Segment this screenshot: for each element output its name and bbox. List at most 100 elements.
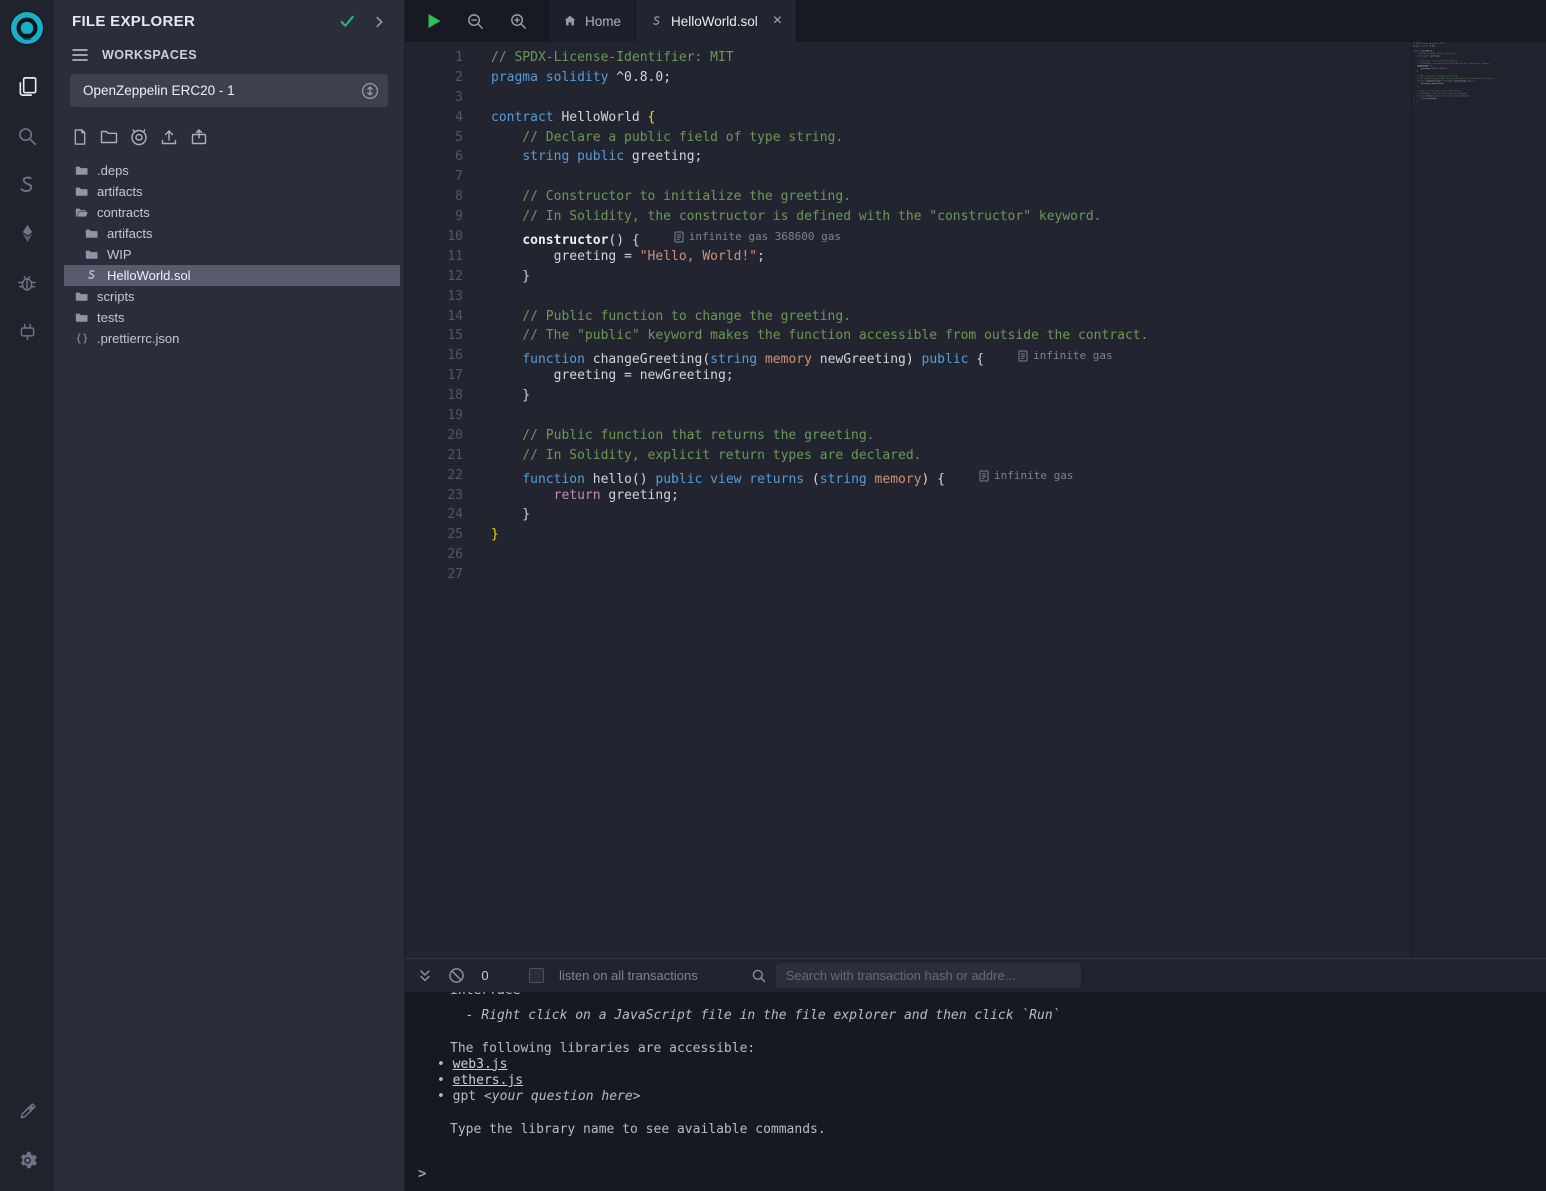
tree-item-label: scripts: [97, 289, 135, 304]
tab-bar: Home HelloWorld.sol ×: [405, 0, 1546, 42]
folder-icon: [84, 226, 99, 241]
code-line: 19: [405, 406, 1546, 426]
terminal-line: [450, 1105, 1546, 1121]
code-line: 13: [405, 287, 1546, 307]
file-json-icon: [74, 331, 89, 346]
hamburger-menu-icon[interactable]: [72, 48, 88, 62]
chevron-right-icon[interactable]: [372, 15, 386, 29]
remix-logo-icon[interactable]: [8, 9, 46, 52]
debugger-icon[interactable]: [0, 258, 54, 307]
remix-ide: FILE EXPLORER WORKSPACES OpenZeppelin ER…: [0, 0, 1546, 1191]
terminal-line: • gpt <your question here>: [437, 1089, 1546, 1105]
run-script-button[interactable]: [427, 13, 442, 29]
tab-helloworld-sol[interactable]: HelloWorld.sol ×: [636, 0, 797, 42]
terminal-output: interface - Right click on a JavaScript …: [450, 992, 1546, 1138]
folder-icon: [74, 163, 89, 178]
tree-item-label: .prettierrc.json: [97, 331, 179, 346]
code-line: 26: [405, 545, 1546, 565]
workspace-switch-icon[interactable]: [361, 82, 379, 100]
line-number: 6: [405, 147, 463, 167]
terminal-link[interactable]: web3.js: [453, 1057, 508, 1072]
listen-transactions-label: listen on all transactions: [559, 968, 698, 983]
line-number: 22: [405, 466, 463, 486]
new-file-icon[interactable]: [72, 128, 88, 146]
editor-actions: [405, 0, 548, 42]
tree-item-label: .deps: [97, 163, 129, 178]
code-line: 5 // Declare a public field of type stri…: [405, 128, 1546, 148]
line-number: 23: [405, 486, 463, 506]
tree-item--prettierrc-json[interactable]: .prettierrc.json: [54, 328, 404, 349]
search-icon[interactable]: [0, 111, 54, 160]
terminal-body[interactable]: interface - Right click on a JavaScript …: [405, 992, 1546, 1191]
tree-item-contracts[interactable]: contracts: [54, 202, 404, 223]
terminal-link[interactable]: ethers.js: [453, 1073, 523, 1088]
tab-label: Home: [585, 14, 621, 29]
code-editor[interactable]: 1// SPDX-License-Identifier: MIT2pragma …: [405, 42, 1546, 958]
tree-item-artifacts[interactable]: artifacts: [54, 223, 404, 244]
solidity-compiler-icon[interactable]: [0, 160, 54, 209]
tree-item-tests[interactable]: tests: [54, 307, 404, 328]
code-line: 2pragma solidity ^0.8.0;: [405, 68, 1546, 88]
folder-icon: [74, 184, 89, 199]
tree-item-scripts[interactable]: scripts: [54, 286, 404, 307]
terminal-toolbar: 0 listen on all transactions: [405, 958, 1546, 992]
code-line: 22 function hello() public view returns …: [405, 466, 1546, 486]
line-number: 8: [405, 187, 463, 207]
workspace-select[interactable]: OpenZeppelin ERC20 - 1: [70, 74, 388, 107]
workspace-name: OpenZeppelin ERC20 - 1: [83, 83, 361, 98]
github-icon[interactable]: [130, 128, 148, 146]
settings-gear-icon[interactable]: [0, 1136, 54, 1185]
clear-console-icon[interactable]: [448, 967, 465, 984]
line-number: 13: [405, 287, 463, 307]
listen-transactions-checkbox[interactable]: [529, 968, 544, 983]
code-line: 1// SPDX-License-Identifier: MIT: [405, 48, 1546, 68]
line-number: 4: [405, 108, 463, 128]
tree-item-label: WIP: [107, 247, 132, 262]
solidity-icon: [650, 15, 663, 28]
gas-estimate: infinite gas: [1018, 346, 1112, 366]
tree-item-label: tests: [97, 310, 124, 325]
tab-home[interactable]: Home: [548, 0, 636, 42]
terminal-search: [751, 963, 1081, 988]
zoom-in-icon[interactable]: [509, 12, 528, 31]
minimap[interactable]: 1// SPDX-License-Identifier: MIT2pragma …: [1411, 42, 1546, 958]
new-folder-icon[interactable]: [100, 129, 118, 145]
collapse-terminal-icon[interactable]: [417, 968, 433, 984]
tree-item-artifacts[interactable]: artifacts: [54, 181, 404, 202]
tree-item-label: artifacts: [107, 226, 153, 241]
check-icon[interactable]: [339, 13, 356, 30]
tab-label: HelloWorld.sol: [671, 14, 758, 29]
tree-item-helloworld-sol[interactable]: HelloWorld.sol: [54, 265, 404, 286]
workspaces-row: WORKSPACES: [54, 38, 404, 68]
line-number: 12: [405, 267, 463, 287]
line-number: 18: [405, 386, 463, 406]
terminal-prompt[interactable]: >: [418, 1166, 426, 1182]
plugin-icon[interactable]: [0, 1087, 54, 1136]
line-number: 26: [405, 545, 463, 565]
upload-file-icon[interactable]: [160, 128, 178, 146]
import-folder-icon[interactable]: [190, 128, 208, 146]
plugin-manager-icon[interactable]: [0, 307, 54, 356]
zoom-out-icon[interactable]: [466, 12, 485, 31]
folder-open-icon: [74, 205, 89, 220]
bullet: •: [437, 1057, 453, 1072]
code-line: 23 return greeting;: [405, 486, 1546, 506]
code-line: 25}: [405, 525, 1546, 545]
deploy-and-run-icon[interactable]: [0, 209, 54, 258]
line-number: 14: [405, 307, 463, 327]
terminal-line: - Right click on a JavaScript file in th…: [450, 1008, 1546, 1024]
file-tree: .depsartifactscontractsartifactsWIPHello…: [54, 160, 404, 349]
tree-item--deps[interactable]: .deps: [54, 160, 404, 181]
close-tab-icon[interactable]: ×: [773, 13, 782, 29]
terminal-search-input[interactable]: [776, 963, 1081, 988]
code-line: 24 }: [405, 505, 1546, 525]
gas-estimate: infinite gas 368600 gas: [674, 227, 841, 247]
code-line: 16 function changeGreeting(string memory…: [405, 346, 1546, 366]
code-line: 27: [1413, 107, 1539, 109]
home-icon: [563, 14, 577, 28]
tree-item-wip[interactable]: WIP: [54, 244, 404, 265]
terminal-line: • web3.js: [437, 1057, 1546, 1073]
file-explorer-icon[interactable]: [0, 62, 54, 111]
line-number: 16: [405, 346, 463, 366]
code-line: 18 }: [405, 386, 1546, 406]
